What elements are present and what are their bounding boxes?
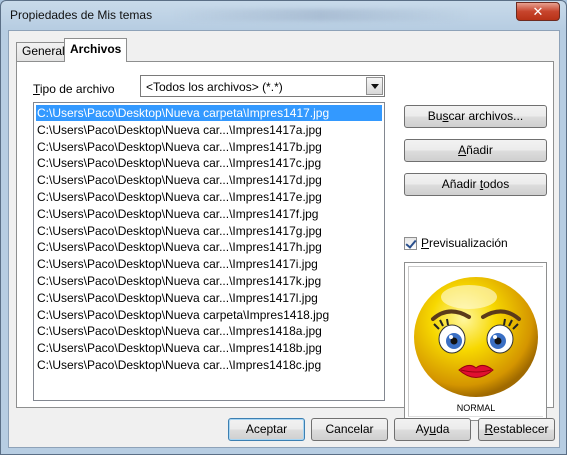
- reset-button[interactable]: Restablecer: [478, 418, 555, 441]
- file-list-item[interactable]: C:\Users\Paco\Desktop\Nueva car...\Impre…: [36, 290, 318, 306]
- file-list-item[interactable]: C:\Users\Paco\Desktop\Nueva carpeta\Impr…: [36, 307, 329, 323]
- dialog-window: Propiedades de Mis temas ✕ General Archi…: [0, 0, 567, 455]
- file-list-item[interactable]: C:\Users\Paco\Desktop\Nueva car...\Impre…: [36, 323, 322, 339]
- add-all-button[interactable]: Añadir todos: [404, 173, 547, 196]
- preview-label[interactable]: Previsualización: [421, 236, 508, 250]
- file-type-dropdown[interactable]: <Todos los archivos> (*.*): [140, 75, 385, 97]
- file-list-item[interactable]: C:\Users\Paco\Desktop\Nueva car...\Impre…: [36, 189, 322, 205]
- file-list-item[interactable]: C:\Users\Paco\Desktop\Nueva car...\Impre…: [36, 139, 322, 155]
- file-type-label: Tipo de archivo: [33, 82, 115, 96]
- dialog-client-area: General Archivos Tipo de archivo <Todos …: [8, 30, 560, 448]
- preview-frame: NORMAL: [404, 262, 547, 421]
- file-list-item[interactable]: C:\Users\Paco\Desktop\Nueva car...\Impre…: [36, 155, 321, 171]
- file-list-item[interactable]: C:\Users\Paco\Desktop\Nueva car...\Impre…: [36, 340, 322, 356]
- preview-checkbox[interactable]: [404, 237, 417, 250]
- file-list-item[interactable]: C:\Users\Paco\Desktop\Nueva car...\Impre…: [36, 206, 318, 222]
- file-list-item[interactable]: C:\Users\Paco\Desktop\Nueva carpeta\Impr…: [36, 105, 382, 121]
- cancel-button[interactable]: Cancelar: [311, 418, 388, 441]
- search-files-button[interactable]: Buscar archivos...: [404, 105, 547, 128]
- file-list-item[interactable]: C:\Users\Paco\Desktop\Nueva car...\Impre…: [36, 223, 322, 239]
- file-list-item[interactable]: C:\Users\Paco\Desktop\Nueva car...\Impre…: [36, 122, 322, 138]
- accept-button[interactable]: Aceptar: [228, 418, 305, 441]
- file-list-item[interactable]: C:\Users\Paco\Desktop\Nueva car...\Impre…: [36, 239, 322, 255]
- file-list[interactable]: C:\Users\Paco\Desktop\Nueva carpeta\Impr…: [33, 102, 385, 401]
- tab-general[interactable]: General: [16, 42, 71, 61]
- file-list-item[interactable]: C:\Users\Paco\Desktop\Nueva car...\Impre…: [36, 172, 322, 188]
- blurred-title-path: [171, 9, 471, 21]
- file-list-item[interactable]: C:\Users\Paco\Desktop\Nueva car...\Impre…: [36, 273, 321, 289]
- file-list-item[interactable]: C:\Users\Paco\Desktop\Nueva car...\Impre…: [36, 256, 318, 272]
- smiley-face-icon: [414, 277, 538, 397]
- title-bar[interactable]: Propiedades de Mis temas ✕: [1, 1, 566, 29]
- add-button[interactable]: Añadir: [404, 139, 547, 162]
- file-list-item[interactable]: C:\Users\Paco\Desktop\Nueva car...\Impre…: [36, 357, 321, 373]
- window-title: Propiedades de Mis temas: [10, 8, 153, 22]
- help-button[interactable]: Ayuda: [394, 418, 471, 441]
- close-button[interactable]: ✕: [516, 2, 560, 21]
- tab-archivos[interactable]: Archivos: [64, 38, 128, 62]
- file-type-selected: <Todos los archivos> (*.*): [146, 80, 283, 94]
- archivos-panel: Tipo de archivo <Todos los archivos> (*.…: [16, 61, 554, 421]
- chevron-down-icon[interactable]: [366, 77, 383, 95]
- preview-caption: NORMAL: [456, 403, 496, 413]
